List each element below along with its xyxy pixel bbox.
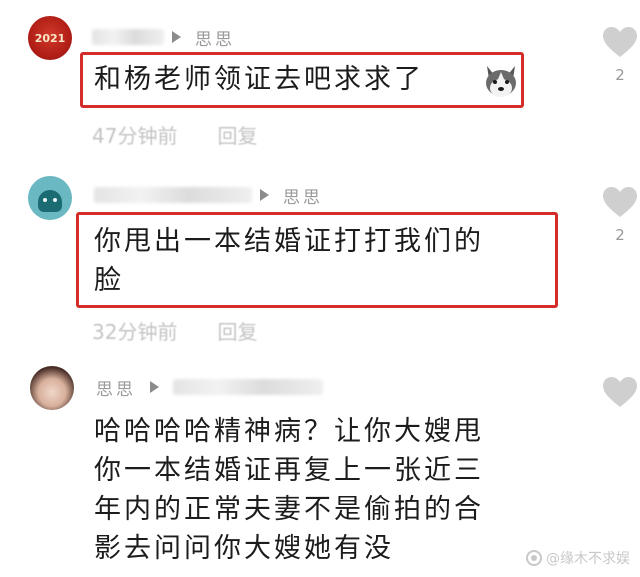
comment-header: 思思 xyxy=(96,374,331,400)
heart-icon[interactable] xyxy=(602,26,638,58)
comment-text-line: 影去问问你大嫂她有没 xyxy=(94,533,394,564)
blurred-username xyxy=(94,187,252,203)
like-control[interactable]: 2 xyxy=(600,186,640,244)
like-count: 2 xyxy=(615,66,625,84)
reply-to-name[interactable]: 思思 xyxy=(283,183,323,208)
comment-text-line: 你甩出一本结婚证打打我们的 xyxy=(94,226,484,257)
watermark-logo-icon xyxy=(526,550,542,566)
comment-time: 32分钟前 xyxy=(92,320,178,344)
avatar[interactable] xyxy=(28,176,72,220)
reply-arrow-icon xyxy=(172,31,181,43)
comment-text-line: 你一本结婚证再复上一张近三 xyxy=(94,455,484,486)
comment-text-line: 年内的正常夫妻不是偷拍的合 xyxy=(94,494,484,525)
avatar-eye xyxy=(53,198,57,202)
comment-item: 2021 思思 和杨老师领证去吧求求了 47分钟前 回复 2 xyxy=(0,0,640,170)
comment-header: 思思 xyxy=(92,24,235,50)
comment-item: 思思 哈哈哈哈精神病？让你大嫂甩 你一本结婚证再复上一张近三 年内的正常夫妻不是… xyxy=(0,360,640,577)
comment-meta: 47分钟前 回复 xyxy=(92,120,257,149)
reply-arrow-icon xyxy=(150,381,159,393)
watermark-text: @缘木不求娱 xyxy=(546,551,630,567)
reply-button[interactable]: 回复 xyxy=(217,120,257,149)
heart-icon[interactable] xyxy=(602,186,638,218)
avatar-eye xyxy=(43,198,47,202)
avatar-figure xyxy=(38,190,62,212)
comment-text-line: 和杨老师领证去吧求求了 xyxy=(94,64,424,95)
avatar[interactable] xyxy=(30,366,74,410)
comment-meta: 32分钟前 回复 xyxy=(92,316,257,345)
comment-text: 哈哈哈哈精神病？让你大嫂甩 你一本结婚证再复上一张近三 年内的正常夫妻不是偷拍的… xyxy=(94,412,484,568)
comment-item: 思思 你甩出一本结婚证打打我们的 脸 32分钟前 回复 2 xyxy=(0,170,640,360)
blurred-username xyxy=(92,29,164,45)
author-name[interactable]: 思思 xyxy=(96,375,136,400)
like-control[interactable] xyxy=(600,376,640,408)
like-control[interactable]: 2 xyxy=(600,26,640,84)
comment-time: 47分钟前 xyxy=(92,124,178,148)
husky-emoji-icon xyxy=(486,66,516,97)
reply-button[interactable]: 回复 xyxy=(217,316,257,345)
watermark: @缘木不求娱 xyxy=(526,548,630,568)
avatar[interactable]: 2021 xyxy=(28,16,72,60)
comment-text-line: 哈哈哈哈精神病？让你大嫂甩 xyxy=(94,416,484,447)
comment-text: 和杨老师领证去吧求求了 xyxy=(94,60,424,99)
comment-text-line: 脸 xyxy=(94,265,124,296)
like-count: 2 xyxy=(615,226,625,244)
reply-arrow-icon xyxy=(260,189,269,201)
heart-icon[interactable] xyxy=(602,376,638,408)
avatar-text: 2021 xyxy=(34,31,66,45)
comment-header: 思思 xyxy=(94,182,323,208)
blurred-username xyxy=(173,379,323,395)
comment-text: 你甩出一本结婚证打打我们的 脸 xyxy=(94,222,484,300)
reply-to-name[interactable]: 思思 xyxy=(195,25,235,50)
